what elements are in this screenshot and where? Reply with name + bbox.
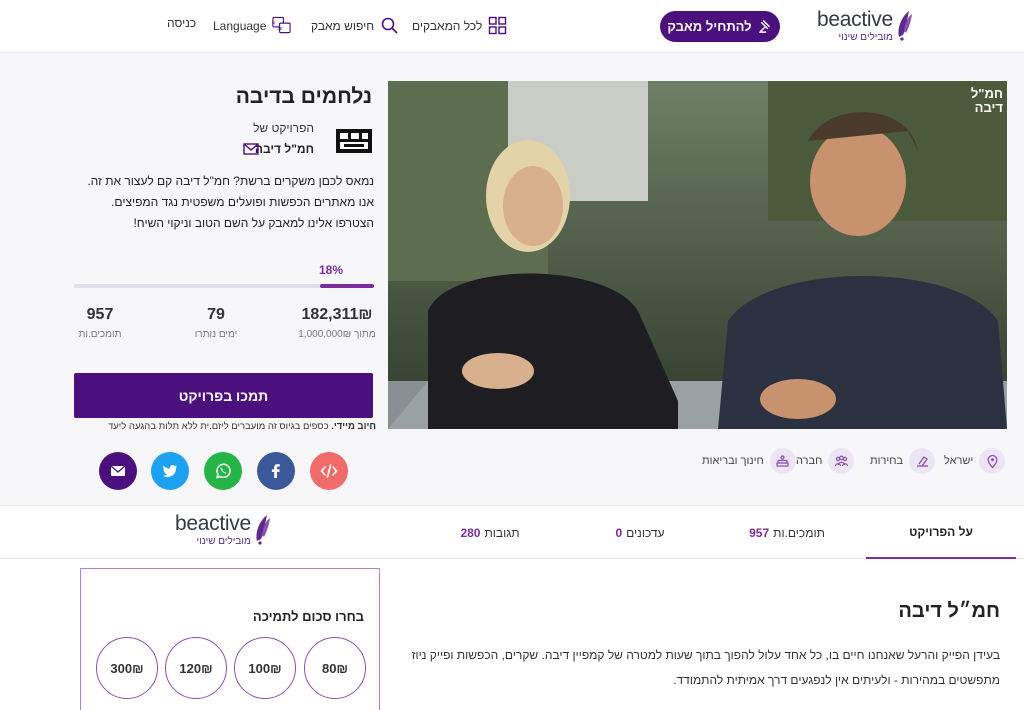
tag-society[interactable]: חברה bbox=[796, 448, 855, 474]
nav-login[interactable]: כניסה bbox=[167, 16, 196, 30]
nav-all-campaigns-label: לכל המאבקים bbox=[412, 18, 483, 33]
tab-comments[interactable]: תגובות 280 bbox=[415, 507, 565, 559]
tab-supporters[interactable]: תומכים.ות 957 bbox=[712, 507, 862, 559]
tag-elections-label: בחירות bbox=[870, 455, 904, 467]
start-campaign-label: להתחיל מאבק bbox=[667, 19, 752, 34]
project-title: נלחמים בדיבה bbox=[235, 85, 372, 108]
support-project-button[interactable]: תמכו בפרויקט bbox=[74, 373, 373, 418]
stat-days-label: ימים נותרו bbox=[194, 329, 238, 340]
stat-days: 79 ימים נותרו bbox=[180, 306, 252, 340]
nav-all-campaigns[interactable]: לכל המאבקים bbox=[412, 16, 507, 35]
brand-wordmark: beactive bbox=[817, 8, 893, 31]
ballot-icon bbox=[909, 448, 936, 474]
content-title: חמ״ל דיבה bbox=[898, 600, 1000, 622]
stat-raised-value: 182,311₪ bbox=[301, 306, 373, 323]
tag-society-label: חברה bbox=[796, 455, 823, 467]
search-icon bbox=[381, 17, 398, 34]
video-frame bbox=[388, 81, 1007, 429]
progress-bar bbox=[74, 284, 374, 288]
content-body: בעידן הפייק והרעל שאנחנו חיים בו, כל אחד… bbox=[411, 648, 1000, 687]
owner-logo[interactable] bbox=[334, 125, 374, 157]
project-description: נמאס לכםן משקרים ברשת? חמ"ל דיבה קם לעצו… bbox=[87, 174, 374, 230]
beactive-logo-secondary[interactable]: beactive מובילים שינוי bbox=[175, 513, 271, 547]
education-icon bbox=[769, 448, 796, 474]
nav-language-label: Language bbox=[213, 18, 267, 33]
share-embed-button[interactable] bbox=[310, 452, 348, 490]
tab-supporters-label: תומכים.ות bbox=[773, 526, 825, 540]
stat-raised: 182,311₪ מתוך 1,000,000₪ bbox=[297, 306, 377, 340]
svg-text:EN: EN bbox=[272, 20, 275, 26]
owner-label: הפרויקט של bbox=[253, 121, 314, 135]
twitter-icon bbox=[162, 465, 177, 478]
tab-comments-count: 280 bbox=[460, 526, 481, 540]
brand-tagline: מובילים שינוי bbox=[838, 32, 893, 43]
tab-comments-label: תגובות bbox=[484, 526, 520, 540]
translate-icon: ENעב bbox=[272, 16, 292, 34]
charge-notice-text: כספים בגיוס זה מועברים ליזם.ית ללא תלות … bbox=[108, 421, 332, 432]
nav-login-label: כניסה bbox=[167, 16, 197, 30]
amount-option-120[interactable]: 120₪ bbox=[165, 637, 227, 699]
grid-icon bbox=[489, 16, 507, 35]
owner-name[interactable]: חמ"ל דיבה bbox=[255, 142, 314, 156]
share-twitter-button[interactable] bbox=[151, 452, 189, 490]
support-project-label: תמכו בפרויקט bbox=[178, 387, 269, 404]
tag-elections[interactable]: בחירות bbox=[870, 448, 936, 474]
whatsapp-icon bbox=[215, 463, 231, 479]
tab-about[interactable]: על הפרויקט bbox=[866, 507, 1016, 559]
share-email-button[interactable] bbox=[99, 452, 137, 490]
donate-panel: בחרו סכום לתמיכה 80₪ 100₪ 120₪ 300₪ bbox=[80, 568, 380, 710]
brand-wordmark-secondary: beactive bbox=[175, 512, 251, 535]
beactive-logo[interactable]: beactive מובילים שינוי bbox=[817, 9, 913, 43]
tag-education-health-label: חינוך ובריאות bbox=[702, 455, 764, 467]
tag-location-label: ישראל bbox=[944, 455, 974, 467]
stat-days-value: 79 bbox=[207, 306, 225, 323]
top-header: beactive מובילים שינוי להתחיל מאבק לכל ה… bbox=[0, 0, 1024, 53]
code-embed-icon bbox=[320, 464, 338, 478]
brand-mark-icon bbox=[898, 11, 912, 41]
project-video[interactable]: חמ"ל דיבה bbox=[388, 81, 1007, 429]
project-hero: חמ"ל דיבה נלחמים בדיבה הפרויקט של חמ"ל ד… bbox=[0, 53, 1024, 506]
people-icon bbox=[828, 448, 855, 474]
share-whatsapp-button[interactable] bbox=[204, 452, 242, 490]
start-campaign-button[interactable]: להתחיל מאבק bbox=[660, 11, 780, 42]
charge-notice: חיוב מיידי. כספים בגיוס זה מועברים ליזם.… bbox=[70, 421, 376, 432]
nav-search[interactable]: חיפוש מאבק bbox=[311, 16, 399, 35]
project-tabs: על הפרויקט תומכים.ות 957 עדכונים 0 תגובו… bbox=[0, 507, 1024, 559]
charge-notice-bold: חיוב מיידי. bbox=[331, 421, 376, 432]
tab-supporters-count: 957 bbox=[749, 526, 770, 540]
facebook-icon bbox=[271, 464, 280, 478]
tab-about-label: על הפרויקט bbox=[909, 525, 973, 539]
progress-fill bbox=[320, 284, 374, 288]
stat-raised-label: מתוך 1,000,000₪ bbox=[298, 329, 376, 340]
amount-option-300[interactable]: 300₪ bbox=[96, 637, 158, 699]
brand-mark-icon bbox=[256, 515, 270, 545]
nav-search-label: חיפוש מאבק bbox=[311, 18, 375, 33]
donate-title: בחרו סכום לתמיכה bbox=[252, 609, 364, 624]
tag-location[interactable]: ישראל bbox=[944, 448, 1006, 474]
contact-mail-icon[interactable] bbox=[243, 143, 259, 155]
location-pin-icon bbox=[979, 448, 1006, 474]
stat-supporters: 957 תומכים.ות bbox=[68, 306, 132, 340]
tab-updates[interactable]: עדכונים 0 bbox=[565, 507, 715, 559]
tab-updates-count: 0 bbox=[615, 526, 623, 540]
email-icon bbox=[110, 465, 126, 476]
progress-percent: 18% bbox=[319, 263, 344, 277]
stat-supporters-label: תומכים.ות bbox=[78, 329, 122, 340]
stat-supporters-value: 957 bbox=[86, 306, 114, 323]
tab-updates-label: עדכונים bbox=[626, 526, 665, 540]
tag-education-health[interactable]: חינוך ובריאות bbox=[702, 448, 796, 474]
share-facebook-button[interactable] bbox=[257, 452, 295, 490]
gavel-icon bbox=[758, 20, 770, 33]
video-watermark: חמ"ל דיבה bbox=[970, 86, 1003, 115]
nav-language[interactable]: ENעב Language bbox=[213, 16, 292, 35]
svg-text:עב: עב bbox=[277, 27, 283, 32]
amount-option-100[interactable]: 100₪ bbox=[234, 637, 296, 699]
brand-tagline-secondary: מובילים שינוי bbox=[196, 536, 251, 547]
amount-option-80[interactable]: 80₪ bbox=[304, 637, 366, 699]
